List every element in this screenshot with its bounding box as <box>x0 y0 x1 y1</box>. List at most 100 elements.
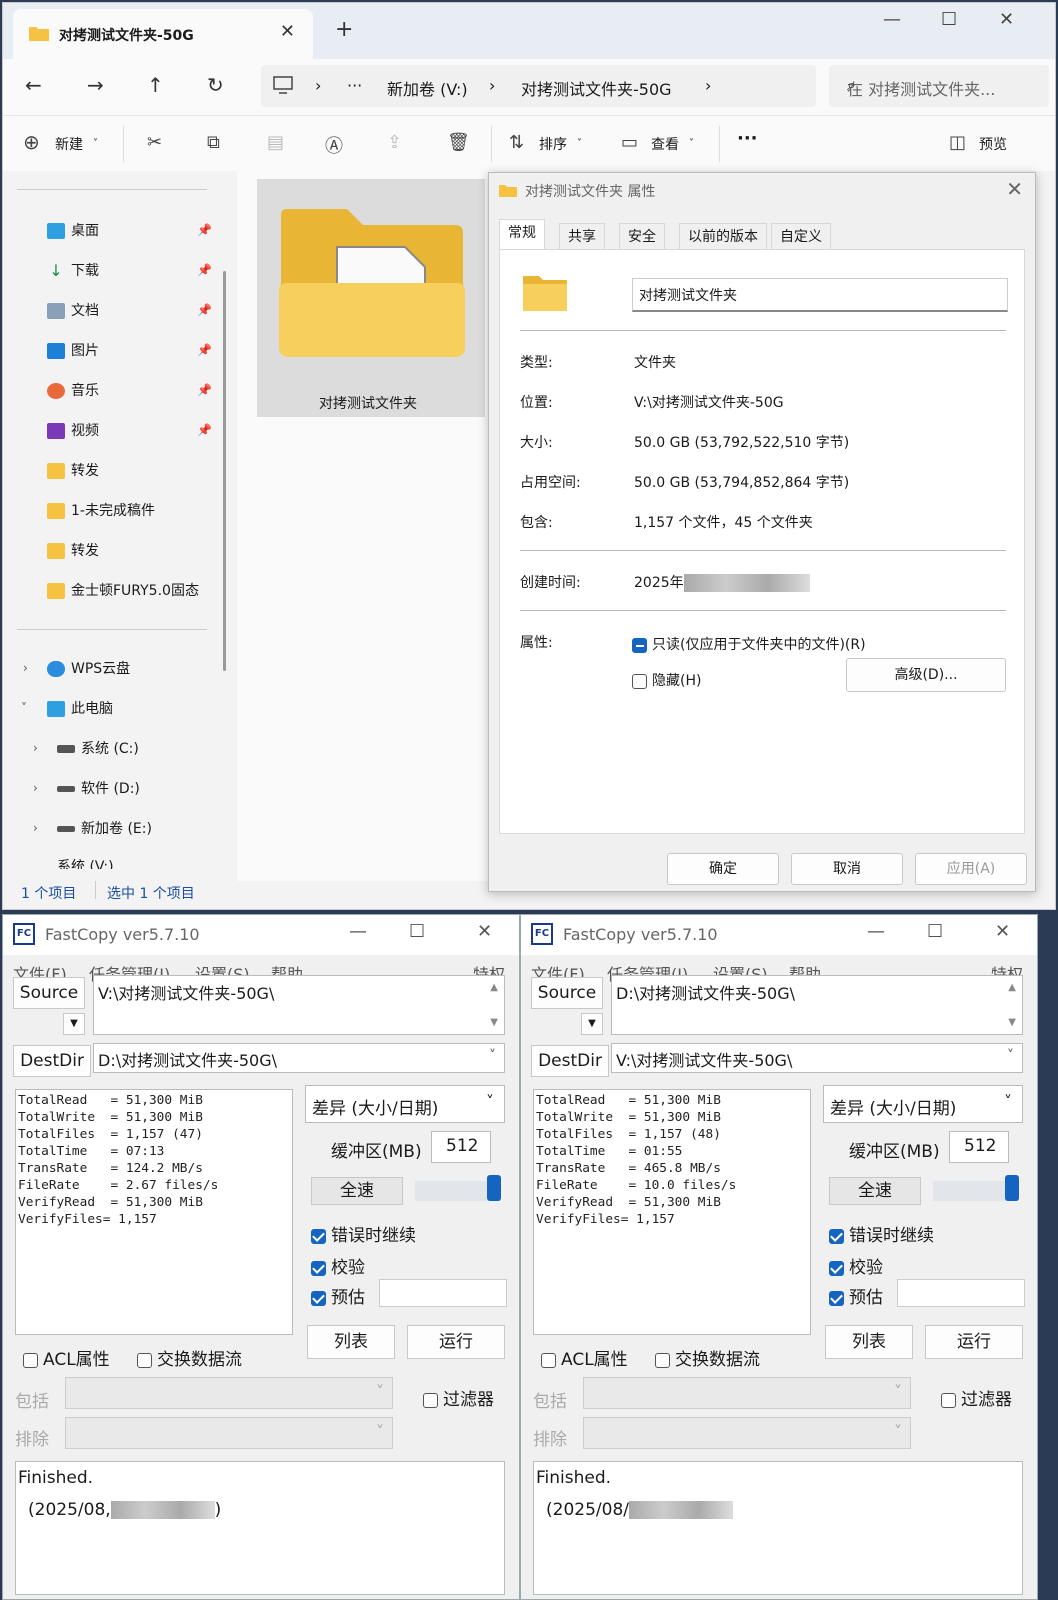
checkbox[interactable] <box>423 1392 438 1408</box>
checkbox[interactable] <box>23 1352 38 1368</box>
alt-stream-checkbox[interactable]: 交换数据流 <box>655 1345 760 1370</box>
slider-thumb[interactable] <box>1005 1175 1019 1201</box>
source-path-input[interactable]: V:\对拷测试文件夹-50G\ ▲ ▼ <box>93 975 505 1035</box>
destdir-button[interactable]: DestDir <box>531 1045 609 1077</box>
source-button[interactable]: Source <box>13 977 85 1009</box>
list-button[interactable]: 列表 <box>307 1325 395 1359</box>
sidebar-item-wps-cloud[interactable]: WPS云盘 <box>47 657 130 681</box>
scrollbar[interactable] <box>223 271 226 671</box>
destdir-path-input[interactable]: D:\对拷测试文件夹-50G\ ˅ <box>93 1043 505 1073</box>
tab-current-folder[interactable]: 对拷测试文件夹-50G ✕ <box>13 9 313 59</box>
minimize-button[interactable]: — <box>349 921 367 942</box>
chevron-right-icon[interactable]: › <box>33 781 38 795</box>
include-input[interactable]: ˅ <box>583 1377 911 1409</box>
source-button[interactable]: Source <box>531 977 603 1009</box>
sidebar-item-drive-v[interactable]: 系统 (V:) <box>57 857 114 869</box>
advanced-button[interactable]: 高级(D)... <box>846 658 1006 692</box>
pin-icon[interactable]: 📌 <box>197 423 212 437</box>
chevron-down-icon[interactable]: ˅ <box>489 1048 496 1064</box>
tab-security[interactable]: 安全 <box>619 223 665 249</box>
more-options-button[interactable]: ··· <box>737 128 758 149</box>
minimize-button[interactable]: — <box>883 9 901 30</box>
acl-checkbox[interactable]: ACL属性 <box>23 1345 110 1370</box>
rename-icon[interactable]: Ⓐ <box>325 132 343 158</box>
close-window-button[interactable]: ✕ <box>999 9 1014 30</box>
delete-icon[interactable]: 🗑 <box>447 132 470 153</box>
chevron-right-icon[interactable]: › <box>23 661 28 675</box>
sidebar-item-folder[interactable]: 转发 <box>47 459 99 483</box>
cut-icon[interactable]: ✂ <box>147 132 162 153</box>
list-button[interactable]: 列表 <box>825 1325 913 1359</box>
maximize-button[interactable]: ☐ <box>927 921 943 942</box>
run-button[interactable]: 运行 <box>407 1325 505 1359</box>
continue-on-error-checkbox[interactable]: 错误时继续 <box>829 1221 934 1246</box>
pin-icon[interactable]: 📌 <box>197 223 212 237</box>
close-window-button[interactable]: ✕ <box>995 921 1010 942</box>
close-dialog-icon[interactable]: ✕ <box>1006 177 1023 201</box>
new-button[interactable]: 新建 <box>55 134 83 154</box>
speed-slider[interactable] <box>933 1175 1019 1201</box>
chevron-down-icon[interactable]: ▼ <box>63 1013 85 1035</box>
maximize-button[interactable]: ☐ <box>941 9 957 30</box>
sidebar-item-videos[interactable]: 视频 <box>47 419 99 443</box>
include-input[interactable]: ˅ <box>65 1377 393 1409</box>
chevron-right-icon[interactable]: › <box>33 741 38 755</box>
chevron-right-icon[interactable]: › <box>33 821 38 835</box>
checkbox-checked[interactable] <box>311 1290 326 1306</box>
address-bar[interactable]: › ··· 新加卷 (V:) › 对拷测试文件夹-50G › <box>261 65 816 107</box>
sidebar-item-music[interactable]: 音乐 <box>47 379 99 403</box>
breadcrumb-folder[interactable]: 对拷测试文件夹-50G <box>521 76 672 100</box>
cancel-button[interactable]: 取消 <box>791 853 903 885</box>
copy-icon[interactable]: ⧉ <box>207 132 220 153</box>
pin-icon[interactable]: 📌 <box>197 343 212 357</box>
sidebar-item-documents[interactable]: 文档 <box>47 299 99 323</box>
source-path-input[interactable]: D:\对拷测试文件夹-50G\ ▲ ▼ <box>611 975 1023 1035</box>
chevron-down-icon[interactable]: ▼ <box>581 1013 603 1035</box>
exclude-input[interactable]: ˅ <box>65 1417 393 1449</box>
pin-icon[interactable]: 📌 <box>197 263 212 277</box>
checkbox-checked[interactable] <box>829 1290 844 1306</box>
paste-icon[interactable]: ▤ <box>267 132 284 153</box>
sidebar-item-folder[interactable]: 金士顿FURY5.0固态 <box>47 579 199 603</box>
sidebar-item-pictures[interactable]: 图片 <box>47 339 99 363</box>
checkbox[interactable] <box>941 1392 956 1408</box>
scroll-up-icon[interactable]: ▲ <box>1008 982 1016 993</box>
checkbox-checked[interactable] <box>829 1228 844 1244</box>
preview-button[interactable]: 预览 <box>979 134 1007 154</box>
exclude-input[interactable]: ˅ <box>583 1417 911 1449</box>
folder-name-input[interactable]: 对拷测试文件夹 <box>632 278 1008 312</box>
view-button[interactable]: 查看 <box>651 134 679 154</box>
tab-general[interactable]: 常规 <box>499 219 545 249</box>
sidebar-item-drive-d[interactable]: 软件 (D:) <box>57 777 140 801</box>
close-window-button[interactable]: ✕ <box>477 921 492 942</box>
forward-arrow-icon[interactable]: → <box>87 73 104 97</box>
minimize-button[interactable]: — <box>867 921 885 942</box>
pin-icon[interactable]: 📌 <box>197 303 212 317</box>
readonly-checkbox[interactable]: 只读(仅应用于文件夹中的文件)(R) <box>632 634 866 654</box>
tab-sharing[interactable]: 共享 <box>559 223 605 249</box>
scroll-down-icon[interactable]: ▼ <box>1008 1017 1016 1028</box>
copy-mode-select[interactable]: 差异 (大小/日期) ˅ <box>823 1085 1023 1123</box>
sort-button[interactable]: 排序 <box>539 134 567 154</box>
verify-checkbox[interactable]: 校验 <box>829 1253 883 1278</box>
sidebar-item-desktop[interactable]: 桌面 <box>47 219 99 243</box>
apply-button[interactable]: 应用(A) <box>915 853 1027 885</box>
breadcrumb-drive[interactable]: 新加卷 (V:) <box>387 76 468 100</box>
filter-checkbox[interactable]: 过滤器 <box>423 1385 494 1410</box>
back-arrow-icon[interactable]: ← <box>25 73 42 97</box>
alt-stream-checkbox[interactable]: 交换数据流 <box>137 1345 242 1370</box>
ok-button[interactable]: 确定 <box>667 853 779 885</box>
full-speed-button[interactable]: 全速 <box>829 1177 921 1205</box>
share-icon[interactable]: ⇪ <box>387 132 402 153</box>
search-box[interactable]: 在 对拷测试文件夹... ⌕ <box>829 65 1049 107</box>
sidebar-item-drive-c[interactable]: 系统 (C:) <box>57 737 139 761</box>
verify-checkbox[interactable]: 校验 <box>311 1253 365 1278</box>
sidebar-item-downloads[interactable]: ↓ 下载 <box>47 259 99 283</box>
checkbox-checked[interactable] <box>311 1260 326 1276</box>
checkbox[interactable] <box>137 1352 152 1368</box>
sidebar-item-this-pc[interactable]: 此电脑 <box>47 697 113 721</box>
slider-thumb[interactable] <box>487 1175 501 1201</box>
checkbox[interactable] <box>632 673 647 689</box>
estimate-checkbox[interactable]: 预估 <box>829 1283 883 1308</box>
checkbox-checked[interactable] <box>829 1260 844 1276</box>
